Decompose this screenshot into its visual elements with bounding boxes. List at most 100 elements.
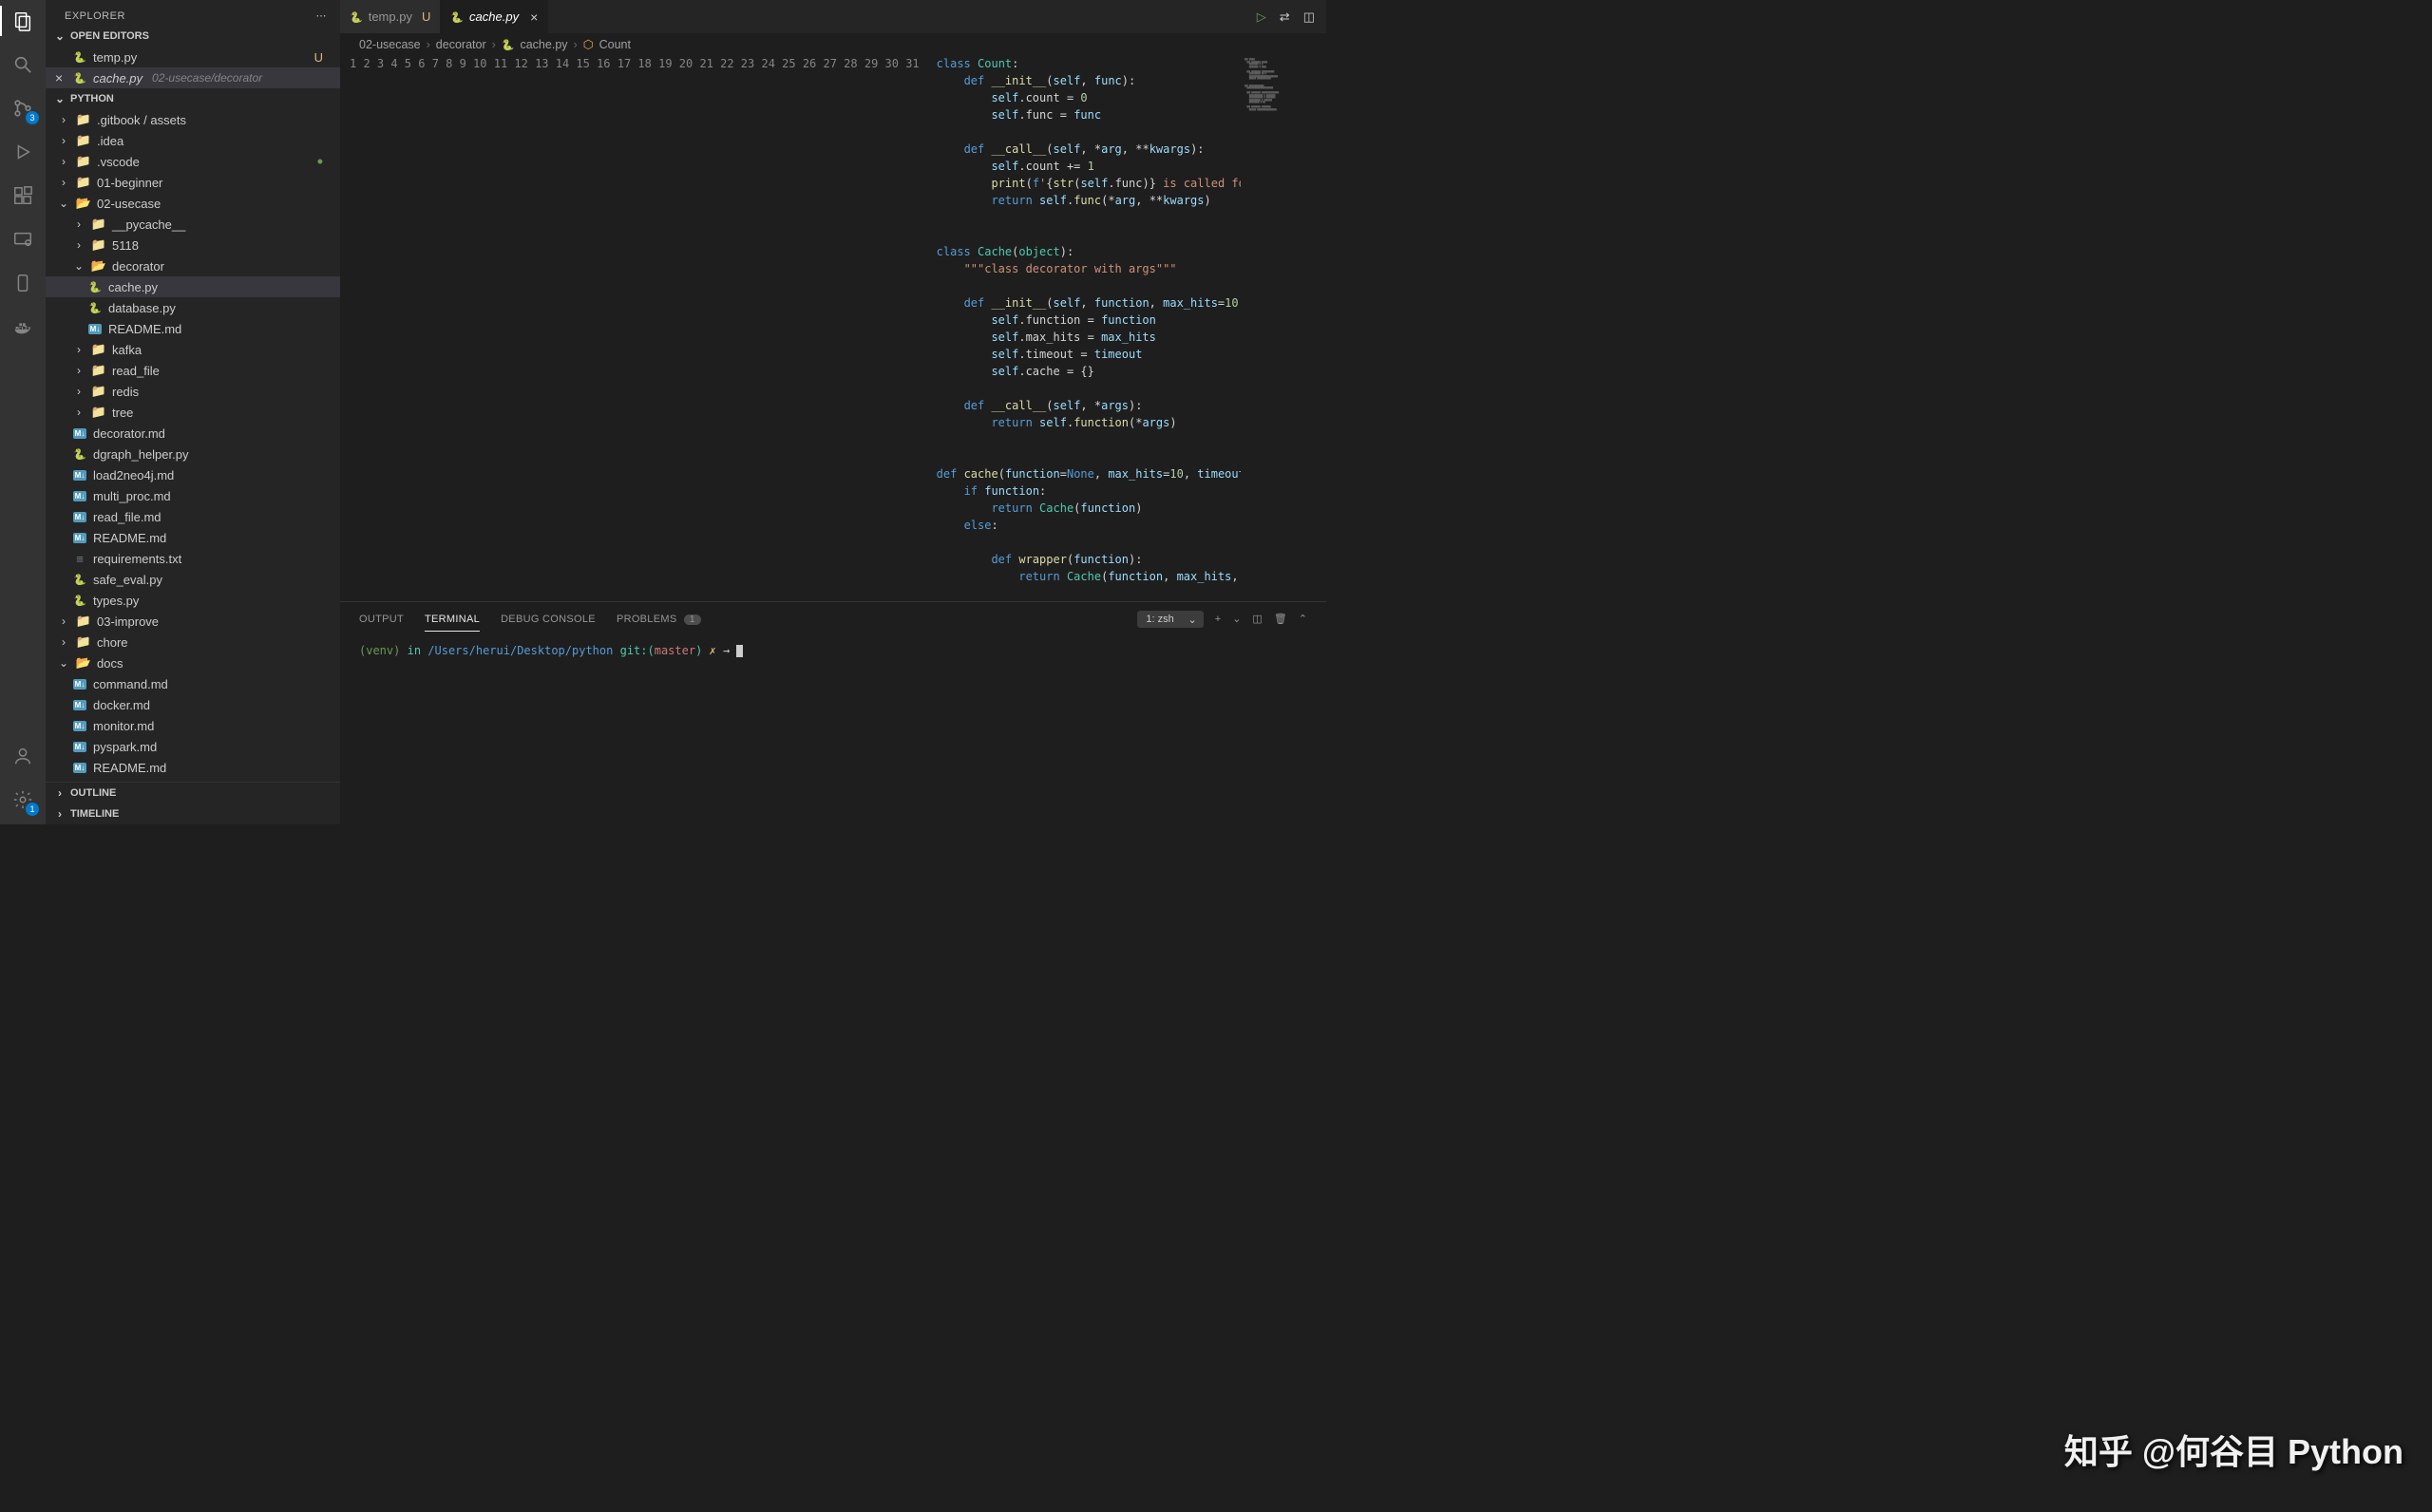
panel-tab-debug[interactable]: DEBUG CONSOLE <box>501 614 596 625</box>
tree-item[interactable]: pyspark.md <box>46 736 340 757</box>
open-editors-section[interactable]: ⌄ OPEN EDITORS <box>46 26 340 47</box>
search-icon[interactable] <box>10 51 36 78</box>
timeline-section[interactable]: › TIMELINE <box>46 803 340 824</box>
terminal-select[interactable]: 1: zsh ⌄ <box>1137 611 1203 628</box>
md-icon <box>72 721 87 731</box>
tree-item[interactable]: safe_eval.py <box>46 569 340 590</box>
tree-item[interactable]: ›.vscode• <box>46 151 340 172</box>
tree-item[interactable]: multi_proc.md <box>46 485 340 506</box>
chevron-icon: › <box>57 134 70 147</box>
new-terminal-icon[interactable]: + <box>1215 614 1221 625</box>
tree-item[interactable]: database.py <box>46 297 340 318</box>
chevron-down-icon: ⌄ <box>1188 614 1197 626</box>
split-terminal-icon[interactable]: ◫ <box>1252 613 1262 625</box>
tree-item[interactable]: ›__pycache__ <box>46 214 340 235</box>
code-content[interactable]: class Count: def __init__(self, func): s… <box>937 55 1241 601</box>
tree-item[interactable]: README.md <box>46 318 340 339</box>
tree-item[interactable]: ›read_file <box>46 360 340 381</box>
panel-tab-terminal[interactable]: TERMINAL <box>425 614 480 632</box>
tree-item[interactable]: ›kafka <box>46 339 340 360</box>
explorer-icon[interactable] <box>10 8 36 34</box>
sidebar-more-icon[interactable]: ⋯ <box>316 9 328 22</box>
tree-item[interactable]: ›01-beginner <box>46 172 340 193</box>
remote-icon[interactable] <box>10 226 36 253</box>
settings-badge: 1 <box>26 803 39 816</box>
folder-icon <box>91 405 106 420</box>
tree-item[interactable]: ›03-improve <box>46 611 340 632</box>
python-icon <box>350 9 363 24</box>
py-icon <box>72 574 87 586</box>
tree-item[interactable]: ⌄docs <box>46 652 340 673</box>
editor-area: temp.py U cache.py × ▷ ⇄ ◫ 02-usecase› d… <box>340 0 1326 824</box>
tree-item[interactable]: README.md <box>46 757 340 778</box>
tree-item[interactable]: ›chore <box>46 632 340 652</box>
run-icon[interactable]: ▷ <box>1257 9 1266 25</box>
close-icon[interactable]: × <box>55 70 63 85</box>
docker-icon[interactable] <box>10 313 36 340</box>
folder-icon <box>76 175 91 190</box>
chevron-icon: › <box>72 406 86 419</box>
py-icon <box>87 302 103 314</box>
tree-item[interactable]: docker.md <box>46 694 340 715</box>
tab-cache[interactable]: cache.py × <box>441 0 548 33</box>
tree-item[interactable]: README.md <box>46 527 340 548</box>
tab-temp[interactable]: temp.py U <box>340 0 441 33</box>
tree-item[interactable]: ›.idea <box>46 130 340 151</box>
tree-item[interactable]: ›redis <box>46 381 340 402</box>
compare-icon[interactable]: ⇄ <box>1280 9 1290 25</box>
tree-item[interactable]: dgraph_helper.py <box>46 444 340 464</box>
settings-icon[interactable]: 1 <box>10 786 36 813</box>
outline-section[interactable]: › OUTLINE <box>46 783 340 803</box>
tree-item[interactable]: ›.gitbook / assets <box>46 109 340 130</box>
tabs-row: temp.py U cache.py × ▷ ⇄ ◫ <box>340 0 1326 33</box>
tree-item[interactable]: ⌄decorator <box>46 255 340 276</box>
chevron-down-icon: ⌄ <box>53 29 66 43</box>
tree-item[interactable]: cache.py <box>46 276 340 297</box>
chevron-icon: ⌄ <box>57 656 70 670</box>
panel-tab-output[interactable]: OUTPUT <box>359 614 404 625</box>
tree-item[interactable]: ⌄02-usecase <box>46 193 340 214</box>
folder-icon <box>76 133 91 148</box>
panel: OUTPUT TERMINAL DEBUG CONSOLE PROBLEMS 1… <box>340 601 1326 824</box>
trash-icon[interactable]: 🗑 <box>1274 613 1287 625</box>
folder-open-icon <box>76 655 91 671</box>
md-icon <box>72 512 87 522</box>
tree-item[interactable]: monitor.md <box>46 715 340 736</box>
workspace-root-section[interactable]: ⌄ PYTHON <box>46 88 340 109</box>
tree-item[interactable]: ›5118 <box>46 235 340 255</box>
md-icon <box>72 679 87 690</box>
open-editor-item[interactable]: temp.py U <box>46 47 340 67</box>
chevron-right-icon: › <box>53 786 66 800</box>
python-icon <box>502 38 515 51</box>
tree-item[interactable]: decorator.md <box>46 423 340 444</box>
tree-item[interactable]: types.py <box>46 590 340 611</box>
editor-body[interactable]: 1 2 3 4 5 6 7 8 9 10 11 12 13 14 15 16 1… <box>340 55 1326 601</box>
terminal-body[interactable]: (venv) in /Users/herui/Desktop/python gi… <box>340 635 1326 824</box>
run-debug-icon[interactable] <box>10 139 36 165</box>
chevron-icon: › <box>72 385 86 398</box>
device-icon[interactable] <box>10 270 36 296</box>
python-icon <box>72 72 87 85</box>
chevron-up-icon[interactable]: ⌃ <box>1299 613 1307 625</box>
scm-badge: 3 <box>26 111 39 124</box>
minimap[interactable]: ███ █████ ███ ████████ █████ ████████ █ … <box>1241 55 1326 601</box>
chevron-icon: › <box>72 364 86 377</box>
tree-item[interactable]: command.md <box>46 673 340 694</box>
sidebar-title: EXPLORER <box>65 10 125 22</box>
tree-item[interactable]: requirements.txt <box>46 548 340 569</box>
chevron-down-icon[interactable]: ⌄ <box>1232 613 1241 625</box>
breadcrumb[interactable]: 02-usecase› decorator› cache.py› ⬡ Count <box>340 33 1326 55</box>
chevron-icon: › <box>57 614 70 628</box>
tree-item[interactable]: ›tree <box>46 402 340 423</box>
account-icon[interactable] <box>10 743 36 769</box>
panel-tab-problems[interactable]: PROBLEMS 1 <box>617 614 701 625</box>
tree-item[interactable]: read_file.md <box>46 506 340 527</box>
tree-item[interactable]: load2neo4j.md <box>46 464 340 485</box>
split-editor-icon[interactable]: ◫ <box>1303 9 1315 25</box>
folder-icon <box>91 342 106 357</box>
chevron-icon: › <box>57 635 70 649</box>
close-icon[interactable]: × <box>530 9 538 25</box>
open-editor-item[interactable]: × cache.py 02-usecase/decorator <box>46 67 340 88</box>
extensions-icon[interactable] <box>10 182 36 209</box>
scm-icon[interactable]: 3 <box>10 95 36 122</box>
